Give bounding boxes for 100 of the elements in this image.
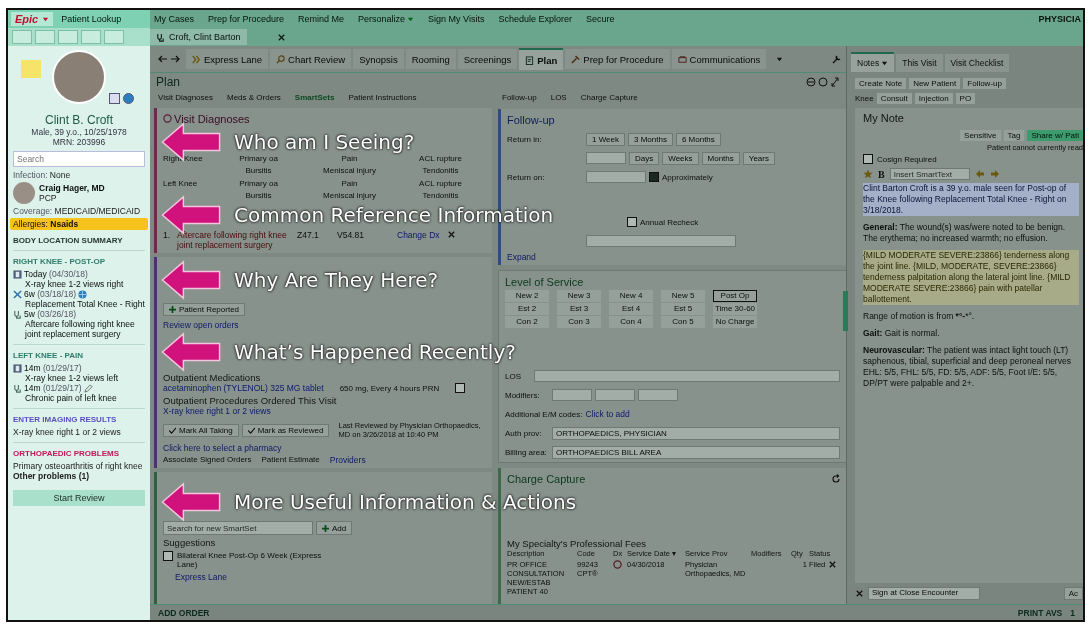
level-button[interactable]: Con 2 xyxy=(505,316,549,328)
section-line[interactable]: Other problems (1) xyxy=(13,471,145,481)
pencil-icon[interactable] xyxy=(83,383,93,393)
template-button[interactable]: Consult xyxy=(876,93,912,104)
section-heading[interactable]: RIGHT KNEE - POST-OP xyxy=(13,257,145,269)
allergies-banner[interactable]: Allergies: Nsaids xyxy=(10,218,148,230)
expand-link[interactable]: Expand xyxy=(507,252,841,262)
activity-tab[interactable]: Plan xyxy=(519,48,564,70)
diagnosis-option[interactable]: ACL rupture xyxy=(419,179,462,188)
level-button[interactable]: Est 5 xyxy=(661,303,705,315)
notes-tab[interactable]: Visit Checklist xyxy=(944,54,1010,72)
toolbar-button[interactable]: Sign My Visits xyxy=(424,14,489,24)
section-link[interactable]: LOS xyxy=(550,93,567,102)
duration-button[interactable]: 1 Week xyxy=(586,132,625,146)
pcp-name[interactable]: Craig Hager, MD xyxy=(39,183,105,193)
template-button[interactable]: Follow-up xyxy=(963,78,1006,89)
patient-reported-button[interactable]: Patient Reported xyxy=(163,303,246,316)
duration-button[interactable]: 3 Months xyxy=(628,132,673,146)
diagnosis-option[interactable]: Pain xyxy=(341,179,358,188)
toolbar-button[interactable]: Secure xyxy=(582,14,619,24)
template-button[interactable]: Injection xyxy=(914,93,953,104)
entry-time[interactable]: Today (04/30/18) xyxy=(24,269,88,279)
entry-time[interactable]: 5w (03/26/18) xyxy=(24,309,76,319)
toolbar-button[interactable]: Prep for Procedure xyxy=(204,14,289,24)
note-option-button[interactable]: Tag xyxy=(1003,130,1025,141)
los-field[interactable] xyxy=(534,370,840,382)
level-button[interactable]: New 5 xyxy=(661,290,705,302)
print-avs-button[interactable]: PRINT AVS xyxy=(1017,607,1063,618)
search-field[interactable]: Search xyxy=(13,151,145,167)
level-button[interactable]: No Charge xyxy=(713,316,757,328)
diagnosis-option[interactable]: Meniscal injury xyxy=(323,166,376,175)
activity-tab[interactable]: Screenings xyxy=(457,49,518,69)
smartset-search-field[interactable]: Search for new SmartSet xyxy=(163,521,313,535)
duration-button[interactable]: 6 Months xyxy=(675,132,721,146)
action-link[interactable]: Associate Signed Orders xyxy=(163,455,252,465)
star-icon[interactable] xyxy=(863,169,873,179)
toolbar-button[interactable]: Personalize xyxy=(354,14,419,24)
unit-button[interactable]: Days xyxy=(629,151,660,165)
section-link[interactable]: Patient Instructions xyxy=(348,93,417,102)
checkbox[interactable] xyxy=(863,154,873,164)
template-button[interactable]: Create Note xyxy=(855,78,907,89)
modifier-field[interactable] xyxy=(595,389,635,401)
toolbar-button[interactable]: Remind Me xyxy=(294,14,349,24)
sign-option-dropdown[interactable]: Sign at Close Encounter xyxy=(868,587,980,600)
toolbar-button[interactable]: Schedule Explorer xyxy=(494,14,576,24)
close-icon[interactable] xyxy=(276,32,286,42)
level-button[interactable]: Est 4 xyxy=(609,303,653,315)
arrow-left-icon[interactable] xyxy=(974,169,985,179)
activity-tab[interactable]: Rooming xyxy=(405,49,456,69)
review-button[interactable]: Mark as Reviewed xyxy=(241,423,330,437)
level-button[interactable]: Con 3 xyxy=(557,316,601,328)
checkbox[interactable] xyxy=(649,172,659,182)
diagnosis-option[interactable]: Meniscal injury xyxy=(323,191,376,200)
card-icon[interactable] xyxy=(109,93,120,104)
diagnosis-option[interactable]: ACL rupture xyxy=(419,154,462,163)
unit-button[interactable]: Weeks xyxy=(662,151,699,165)
checkbox[interactable] xyxy=(455,383,466,393)
back-forward-icon[interactable] xyxy=(158,54,180,64)
level-button[interactable]: Post Op xyxy=(713,290,757,302)
action-link[interactable]: Providers xyxy=(329,455,366,465)
template-button[interactable]: New Patient xyxy=(909,78,961,89)
remove-icon[interactable] xyxy=(828,560,838,569)
action-link[interactable]: Patient Estimate xyxy=(261,455,320,465)
diagnosis-option[interactable]: Bursitis xyxy=(245,191,272,200)
section-link[interactable]: Visit Diagnoses xyxy=(158,93,213,102)
express-lane-link[interactable]: Express Lane xyxy=(175,572,486,582)
suggestion-label[interactable]: Bilateral Knee Post-Op 6 Week (Express Lane) xyxy=(177,551,337,569)
epic-menu[interactable]: Epic xyxy=(11,12,54,26)
entry-time[interactable]: 14m (01/29/17) xyxy=(24,363,82,373)
review-button[interactable]: Mark All Taking xyxy=(163,423,239,437)
modifier-field[interactable] xyxy=(638,389,678,401)
level-button[interactable]: Con 5 xyxy=(661,316,705,328)
modifier-field[interactable] xyxy=(552,389,592,401)
share-button[interactable]: Share w/ Pati xyxy=(1027,130,1083,141)
checkbox[interactable] xyxy=(627,217,637,227)
diagnosis-option[interactable]: Primary oa xyxy=(239,154,278,163)
add-codes-link[interactable]: Click to add xyxy=(585,409,630,419)
diagnosis-option[interactable]: Primary oa xyxy=(239,179,278,188)
globe-icon[interactable] xyxy=(123,93,134,104)
level-button[interactable]: New 4 xyxy=(609,290,653,302)
activity-tab[interactable]: Synopsis xyxy=(353,49,404,69)
notes-tab[interactable]: This Visit xyxy=(896,54,943,72)
view-options-icon[interactable] xyxy=(806,77,840,87)
toolbar-button[interactable]: Patient Lookup xyxy=(57,14,126,24)
level-button[interactable]: New 2 xyxy=(505,290,549,302)
section-link[interactable]: Charge Capture xyxy=(580,93,638,102)
auth-prov-field[interactable]: ORTHOPAEDICS, PHYSICIAN xyxy=(552,426,840,440)
section-link[interactable]: Meds & Orders xyxy=(227,93,281,102)
comment-field[interactable] xyxy=(586,235,736,247)
unit-button[interactable]: Months xyxy=(701,151,740,165)
wrench-icon[interactable] xyxy=(832,54,842,64)
level-button[interactable]: New 3 xyxy=(557,290,601,302)
change-dx-link[interactable]: Change Dx xyxy=(397,230,447,240)
diagnosis-option[interactable]: Tendonitis xyxy=(422,166,459,175)
activity-tab[interactable]: Express Lane xyxy=(186,49,269,69)
close-icon[interactable] xyxy=(855,589,864,598)
diagnosis-name[interactable]: Aftercare following right knee joint replacement surgery xyxy=(177,230,297,250)
number-field[interactable] xyxy=(586,152,626,164)
level-button[interactable]: Con 4 xyxy=(609,316,653,328)
patient-tab[interactable]: Croft, Clint Barton xyxy=(150,29,247,45)
